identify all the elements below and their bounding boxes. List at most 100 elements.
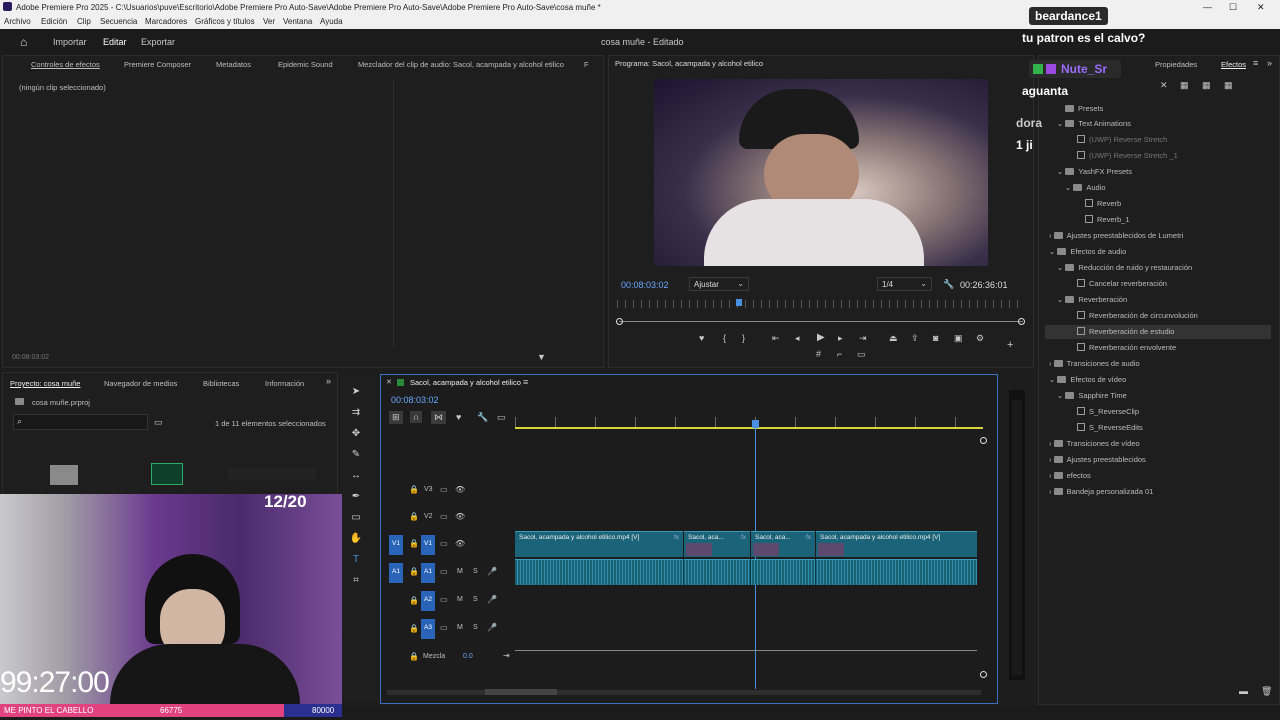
home-icon[interactable]: ⌂	[20, 35, 27, 49]
vr-icon[interactable]: ▭	[857, 349, 866, 360]
tab-effects[interactable]: Efectos	[1221, 60, 1246, 69]
tab-media-browser[interactable]: Navegador de medios	[104, 379, 177, 388]
source-patch-v1[interactable]: V1	[389, 535, 403, 555]
mix-end-icon[interactable]: ⇥	[503, 651, 510, 660]
tree-item[interactable]: Cancelar reverberación	[1077, 279, 1167, 288]
edit-tab[interactable]: Editar	[103, 37, 127, 47]
h-scrollbar[interactable]	[387, 690, 981, 695]
step-forward-icon[interactable]: ▸	[838, 333, 843, 344]
tree-item[interactable]: Reverberación envolvente	[1077, 343, 1176, 352]
program-scrollbar[interactable]	[619, 321, 1023, 322]
tree-item[interactable]: S_ReverseEdits	[1077, 423, 1143, 432]
panel-menu-icon[interactable]: ≡	[523, 377, 528, 387]
tree-item[interactable]: Presets	[1065, 104, 1103, 113]
timeline-clip-video[interactable]: Sacol, acampada y alcohol etilico.mp4 [V…	[515, 531, 683, 557]
mute-button[interactable]: M	[457, 568, 463, 575]
menu-ayuda[interactable]: Ayuda	[320, 17, 343, 26]
lock-icon[interactable]: 🔒	[409, 624, 419, 633]
tree-item[interactable]: › Bandeja personalizada 01	[1049, 487, 1153, 496]
mix-value[interactable]: 0.0	[463, 653, 473, 660]
accelerated-icon[interactable]: ▦	[1180, 80, 1189, 91]
tree-item[interactable]: ⌄ Sapphire Time	[1057, 391, 1127, 400]
program-ruler[interactable]	[617, 300, 1023, 308]
overflow-icon[interactable]: »	[326, 376, 331, 386]
mute-button[interactable]: M	[457, 624, 463, 631]
panel-menu-icon[interactable]: ≡	[1253, 58, 1258, 68]
new-bin-icon[interactable]: ▬	[1239, 686, 1248, 696]
nest-icon[interactable]: ⊞	[389, 411, 403, 424]
add-button-icon[interactable]: +	[1007, 339, 1013, 351]
tab-overflow[interactable]: F	[584, 60, 589, 69]
mic-icon[interactable]: 🎤	[487, 623, 497, 632]
yuv-icon[interactable]: ▦	[1224, 80, 1233, 91]
extract-icon[interactable]: ⇪	[911, 333, 919, 344]
tab-audio-clip-mixer[interactable]: Mezclador del clip de audio: Sacol, acam…	[358, 60, 564, 69]
timeline-timecode[interactable]: 00:08:03:02	[391, 395, 439, 405]
project-search-input[interactable]	[13, 414, 148, 430]
tree-item[interactable]: (UWP) Reverse Stretch _1	[1077, 151, 1178, 160]
go-to-out-icon[interactable]: ⇥	[859, 333, 867, 344]
toggle-sync-icon[interactable]: ▭	[440, 539, 448, 548]
wrench-icon[interactable]: 🔧	[943, 279, 954, 290]
tree-item[interactable]: ⌄ Text Animations	[1057, 119, 1131, 128]
track-a3-label[interactable]: A3	[421, 619, 435, 639]
minimize-icon[interactable]: —	[1203, 2, 1212, 12]
new-folder-icon[interactable]: ▭	[154, 417, 163, 428]
timeline-tab[interactable]: Sacol, acampada y alcohol etilico	[410, 378, 521, 387]
menu-marcadores[interactable]: Marcadores	[145, 17, 187, 26]
32bit-icon[interactable]: ▦	[1202, 80, 1211, 91]
toggle-sync-icon[interactable]: ▭	[440, 485, 448, 494]
tree-item[interactable]: › Transiciones de vídeo	[1049, 439, 1140, 448]
lock-icon[interactable]: 🔒	[409, 596, 419, 605]
tab-premiere-composer[interactable]: Premiere Composer	[124, 60, 191, 69]
ripple-edit-icon[interactable]: ✥	[349, 428, 363, 442]
tree-item[interactable]: ⌄ YashFX Presets	[1057, 167, 1132, 176]
tab-properties[interactable]: Propiedades	[1155, 60, 1197, 69]
menu-graficos[interactable]: Gráficos y títulos	[195, 17, 255, 26]
tree-item[interactable]: › Transiciones de audio	[1049, 359, 1140, 368]
overflow-icon[interactable]: »	[1267, 58, 1272, 68]
solo-button[interactable]: S	[473, 596, 478, 603]
audio-thumbnail[interactable]	[151, 463, 183, 485]
timeline-ruler[interactable]	[515, 417, 983, 427]
tree-item[interactable]: (UWP) Reverse Stretch	[1077, 135, 1167, 144]
clear-search-icon[interactable]: ✕	[1160, 80, 1168, 91]
crop-icon[interactable]: ⌐	[837, 349, 842, 359]
tab-project[interactable]: Proyecto: cosa muñe	[10, 379, 80, 388]
tree-item[interactable]: ⌄ Efectos de audio	[1049, 247, 1126, 256]
toggle-sync-icon[interactable]: ▭	[440, 623, 448, 632]
timeline-clip-video[interactable]: Sacol, acampada y alcohol etilico.mp4 [V…	[816, 531, 977, 557]
tree-item[interactable]: ⌄ Efectos de vídeo	[1049, 375, 1126, 384]
menu-archivo[interactable]: Archivo	[4, 17, 31, 26]
sequence-thumbnail[interactable]	[228, 468, 316, 480]
selection-tool-icon[interactable]: ➤	[349, 386, 363, 400]
caption-tool-icon[interactable]: ⌗	[349, 575, 363, 589]
snap-icon[interactable]: ∩	[410, 411, 423, 423]
mic-icon[interactable]: 🎤	[487, 595, 497, 604]
slip-tool-icon[interactable]: ↔	[349, 470, 363, 484]
linked-select-icon[interactable]: ⋈	[431, 411, 446, 424]
program-playhead[interactable]	[736, 299, 742, 306]
lock-icon[interactable]: 🔒	[409, 512, 419, 521]
tab-metadata[interactable]: Metadatos	[216, 60, 251, 69]
tree-item[interactable]: › efectos	[1049, 471, 1091, 480]
lock-icon[interactable]: 🔒	[409, 539, 419, 548]
v-scroll-handle[interactable]	[980, 437, 987, 444]
quality-dropdown[interactable]: 1/4 ⌄	[877, 277, 932, 291]
v-scroll-handle[interactable]	[980, 671, 987, 678]
menu-ver[interactable]: Ver	[263, 17, 275, 26]
toggle-sync-icon[interactable]: ▭	[440, 567, 448, 576]
pen-tool-icon[interactable]: ✒	[349, 491, 363, 505]
play-icon[interactable]: ▶	[817, 332, 825, 343]
tree-item[interactable]: ⌄ Reverberación	[1057, 295, 1127, 304]
track-v1-label[interactable]: V1	[421, 535, 435, 555]
rectangle-tool-icon[interactable]: ▭	[349, 512, 363, 526]
add-marker-icon[interactable]: ♥	[456, 412, 461, 422]
compare-icon[interactable]: ▣	[954, 333, 963, 344]
timeline-clip-video[interactable]: Sacol, aca... fx	[684, 531, 750, 557]
timeline-clip-audio[interactable]	[515, 559, 977, 585]
mark-in-icon[interactable]: {	[723, 333, 726, 343]
toggle-sync-icon[interactable]: ▭	[440, 512, 448, 521]
settings-wrench-icon[interactable]: 🔧	[477, 412, 488, 423]
eye-icon[interactable]: 👁	[455, 485, 465, 494]
